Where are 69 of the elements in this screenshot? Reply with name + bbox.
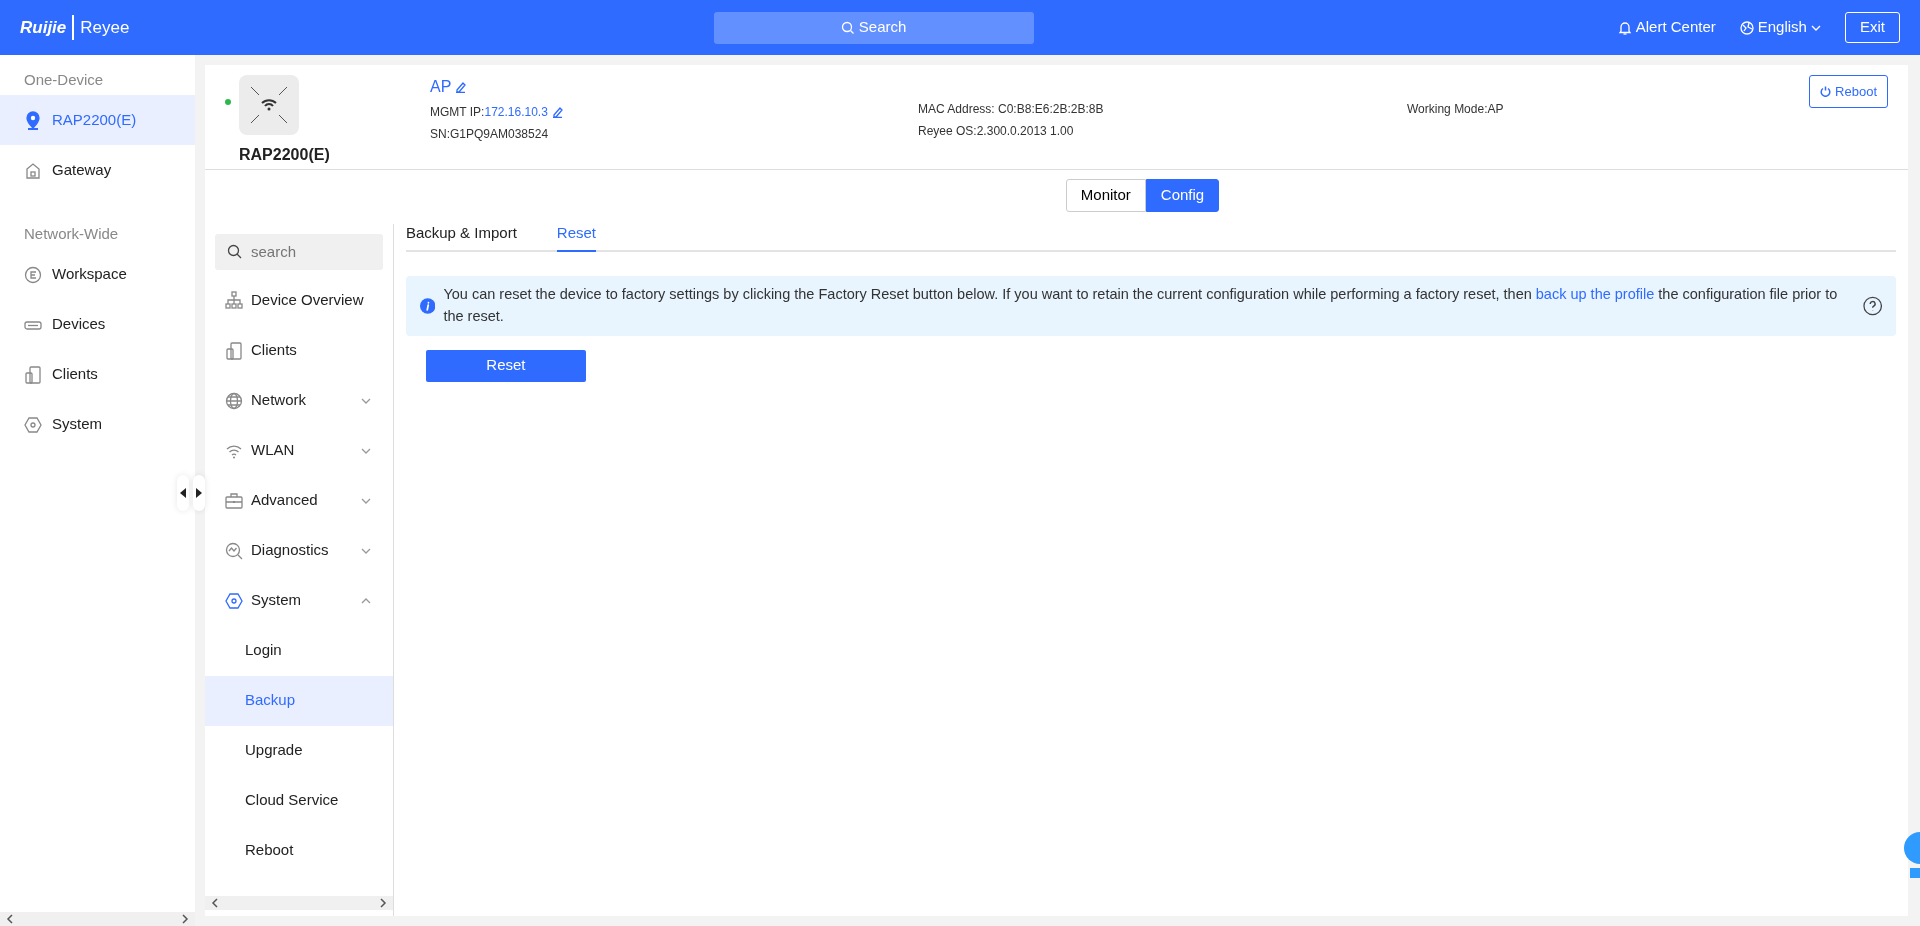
menu-item[interactable]: Network (205, 375, 393, 426)
bell-icon (1617, 20, 1632, 35)
briefcase-icon (225, 491, 243, 510)
menu-item[interactable]: Device Overview (205, 275, 393, 326)
info-icon (419, 297, 436, 314)
scroll-right-icon[interactable] (378, 898, 387, 908)
scroll-left-icon[interactable] (211, 898, 219, 908)
content-tab[interactable]: Reset (556, 215, 596, 252)
sidebar-item[interactable]: System (0, 399, 195, 449)
sidebar-item[interactable]: Devices (0, 299, 195, 349)
phone-tablet-icon (225, 341, 243, 360)
menu-item[interactable]: Advanced (205, 475, 393, 526)
sidebar-item[interactable]: Workspace (0, 249, 195, 299)
exit-button[interactable]: Exit (1844, 12, 1900, 43)
device-model: RAP2200(E) (239, 145, 330, 165)
reboot-button[interactable]: Reboot (1809, 75, 1888, 108)
submenu-item[interactable]: Cloud Service (205, 775, 393, 826)
submenu-item[interactable]: Reboot (205, 825, 393, 876)
globe-icon (1739, 20, 1754, 35)
mgmt-ip-text: MGMT IP:172.16.10.3 (430, 104, 548, 121)
location-pin-icon (24, 110, 42, 130)
globe-icon (225, 391, 243, 410)
edit-icon[interactable] (455, 81, 467, 93)
expand-handle[interactable] (193, 475, 205, 511)
caret-icon (1810, 24, 1821, 31)
sidebar-item[interactable]: Gateway (0, 145, 195, 195)
content-tab[interactable]: Backup & Import (405, 215, 517, 252)
mac-address: MAC Address: C0:B8:E6:2B:2B:8B (918, 101, 1105, 118)
hexagon-gear-icon (24, 414, 42, 434)
alert-center-link[interactable]: Alert Center (1617, 16, 1716, 39)
language-dropdown[interactable]: English (1739, 16, 1821, 39)
help-icon[interactable] (1862, 295, 1882, 316)
section-heading: One-Device (23, 69, 105, 90)
submenu-item[interactable]: Upgrade (205, 725, 393, 776)
sidebar-item[interactable]: RAP2200(E) (0, 95, 195, 145)
search-icon (227, 243, 242, 259)
topology-icon (225, 291, 243, 310)
menu-item[interactable]: WLAN (205, 425, 393, 476)
brand-logo: Ruijie (20, 16, 67, 39)
working-mode: Working Mode:AP (1407, 101, 1505, 118)
magnifier-chart-icon (225, 541, 243, 560)
scroll-left-icon[interactable] (6, 914, 14, 924)
product-logo: Reyee (72, 14, 130, 41)
menu-item[interactable]: System (205, 575, 393, 626)
notice-text: You can reset the device to factory settings by clicking the Factory Reset button below. If you want to retain the current configuration while performing a factory reset, then back up the profile the configuration file prior to the reset. (443, 285, 1839, 326)
profile-backup-link[interactable]: back up the profile (1535, 286, 1655, 302)
reset-button[interactable]: Reset (425, 349, 586, 382)
horizontal-scrollbar[interactable] (0, 912, 195, 926)
os-version: Reyee OS:2.300.0.2013 1.00 (918, 123, 1075, 140)
section-heading: Network-Wide (23, 223, 120, 244)
search-icon (840, 20, 855, 35)
menu-search-field[interactable]: search (215, 233, 383, 270)
menu-item[interactable]: Diagnostics (205, 525, 393, 576)
edit-icon[interactable] (551, 106, 563, 118)
collapse-handle[interactable] (177, 475, 189, 511)
phone-tablet-icon (24, 364, 42, 384)
view-tab[interactable]: Monitor (1065, 179, 1146, 212)
hexagon-gear-icon (225, 591, 243, 610)
device-name: AP (430, 77, 452, 97)
submenu-item[interactable]: Backup (205, 675, 393, 726)
sidebar-item[interactable]: Clients (0, 349, 195, 399)
circle-letter-icon (24, 264, 42, 284)
serial-number: SN:G1PQ9AM038524 (430, 126, 550, 143)
view-tab[interactable]: Config (1145, 179, 1220, 212)
scroll-right-icon[interactable] (181, 914, 189, 924)
submenu-item[interactable]: Login (205, 625, 393, 676)
menu-item[interactable]: Clients (205, 325, 393, 376)
power-icon (1820, 86, 1832, 97)
horizontal-scrollbar[interactable] (205, 896, 393, 910)
